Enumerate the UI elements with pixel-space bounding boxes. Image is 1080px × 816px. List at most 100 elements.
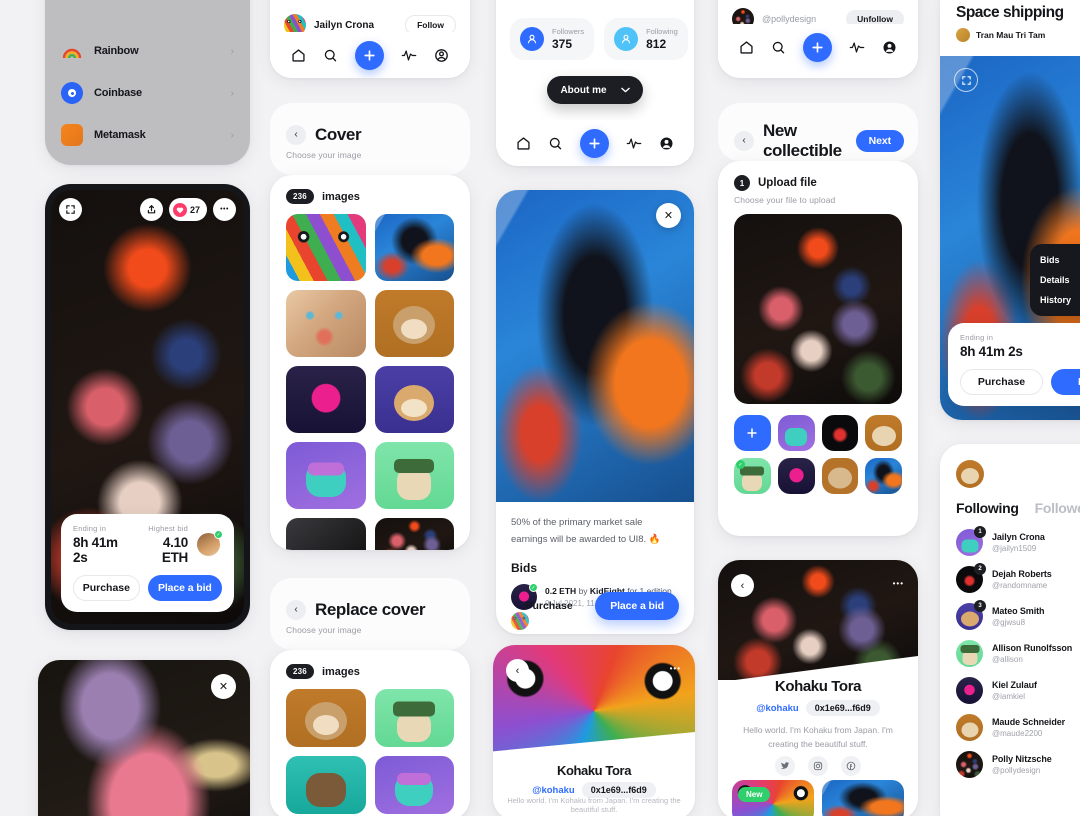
tab-following[interactable]: Following bbox=[956, 500, 1019, 516]
following-list: 1 Jailyn Crona @jailyn1509 2 Dejah Rober… bbox=[940, 516, 1080, 783]
space-shipping-screen: Space shipping Tran Mau Tri Tam Bids ✓ D… bbox=[940, 0, 1080, 420]
kohaku-address[interactable]: 0x1e69...f6d9 bbox=[805, 700, 880, 716]
cover-thumb[interactable] bbox=[286, 518, 366, 550]
cover-thumb[interactable] bbox=[374, 366, 454, 433]
place-bid-button[interactable]: Place a bid bbox=[147, 575, 222, 601]
cover-thumb[interactable] bbox=[374, 214, 454, 281]
back-icon[interactable]: ‹ bbox=[731, 574, 754, 597]
tab-search[interactable] bbox=[323, 48, 338, 63]
facebook-icon[interactable] bbox=[841, 756, 861, 776]
more-icon[interactable]: ••• bbox=[670, 664, 681, 673]
gallery-item[interactable]: New bbox=[732, 780, 814, 816]
dropdown-item-history[interactable]: History bbox=[1030, 290, 1080, 310]
tab-activity[interactable] bbox=[849, 40, 865, 55]
ending-label: Ending in bbox=[73, 524, 107, 533]
purchase-button[interactable]: Purchase bbox=[960, 369, 1043, 395]
tab-activity[interactable] bbox=[401, 48, 417, 63]
wallet-list: Rainbow › Coinbase › Metamask › bbox=[45, 30, 250, 156]
tab-home[interactable] bbox=[516, 136, 531, 151]
list-item[interactable]: 3 Mateo Smith @gjwsu8 bbox=[956, 598, 1080, 635]
cover-thumb[interactable] bbox=[286, 214, 366, 281]
back-icon[interactable]: ‹ bbox=[734, 131, 754, 151]
kohaku-identity: @kohaku 0x1e69...f6d9 bbox=[718, 700, 918, 716]
collectible-thumb[interactable]: ✓ bbox=[734, 458, 771, 494]
scan-icon[interactable] bbox=[954, 68, 978, 92]
collectible-thumb[interactable] bbox=[821, 415, 859, 451]
share-icon[interactable] bbox=[139, 198, 163, 221]
add-tile[interactable] bbox=[734, 415, 771, 451]
tab-activity[interactable] bbox=[626, 136, 642, 151]
back-icon[interactable]: ‹ bbox=[506, 659, 529, 682]
cover-thumb[interactable] bbox=[374, 442, 454, 509]
dropdown-item-details[interactable]: Details bbox=[1030, 270, 1080, 290]
close-icon[interactable]: ✕ bbox=[211, 674, 236, 699]
verified-badge: ✓ bbox=[214, 530, 223, 539]
page-title: Cover bbox=[315, 125, 362, 144]
collectible-thumb[interactable] bbox=[777, 458, 815, 494]
collectible-thumb[interactable] bbox=[821, 458, 859, 494]
cover-thumb[interactable] bbox=[286, 689, 366, 747]
twitter-icon[interactable] bbox=[775, 756, 795, 776]
back-icon[interactable]: ‹ bbox=[286, 125, 306, 145]
list-item[interactable]: 2 Dejah Roberts @randomname bbox=[956, 561, 1080, 598]
about-me-dropdown[interactable]: About me bbox=[547, 76, 643, 104]
place-bid-button[interactable]: Place a bid bbox=[595, 592, 679, 620]
cover-thumb[interactable] bbox=[374, 689, 454, 747]
cover-thumb[interactable] bbox=[374, 756, 454, 814]
wallet-item-rainbow[interactable]: Rainbow › bbox=[45, 30, 250, 72]
list-item[interactable]: Kiel Zulauf @iamkiel bbox=[956, 672, 1080, 709]
dropdown-item-bids[interactable]: Bids ✓ bbox=[1030, 250, 1080, 270]
like-button[interactable]: 27 bbox=[168, 198, 207, 221]
add-icon[interactable] bbox=[579, 128, 609, 158]
bidder-avatar[interactable]: ✓ bbox=[195, 530, 223, 558]
back-icon[interactable]: ‹ bbox=[286, 600, 306, 620]
place-bid-button[interactable]: Place bbox=[1051, 369, 1080, 395]
cover-thumb[interactable] bbox=[286, 442, 366, 509]
add-icon[interactable] bbox=[354, 40, 384, 70]
list-item[interactable]: Allison Runolfsson @allison bbox=[956, 635, 1080, 672]
expand-icon[interactable] bbox=[59, 198, 82, 221]
kohaku-handle[interactable]: @kohaku bbox=[756, 703, 799, 714]
instagram-icon[interactable] bbox=[808, 756, 828, 776]
gallery-item[interactable] bbox=[822, 780, 904, 816]
tab-profile[interactable] bbox=[882, 40, 897, 55]
close-icon[interactable]: ✕ bbox=[656, 203, 681, 228]
avatar[interactable] bbox=[956, 460, 984, 488]
followers-stat[interactable]: Followers 375 bbox=[510, 18, 595, 60]
cover-thumb[interactable] bbox=[374, 518, 454, 550]
collectible-thumb[interactable] bbox=[865, 458, 902, 494]
cover-thumb[interactable] bbox=[286, 366, 366, 433]
tab-profile[interactable] bbox=[434, 48, 449, 63]
more-icon[interactable]: ••• bbox=[213, 198, 236, 221]
purchase-button[interactable]: Purchase bbox=[73, 575, 140, 601]
cover-thumb[interactable] bbox=[286, 290, 366, 357]
add-icon[interactable] bbox=[802, 32, 832, 62]
author-avatar[interactable] bbox=[956, 28, 970, 42]
cover-thumb[interactable] bbox=[374, 290, 454, 357]
page-title: Replace cover bbox=[315, 600, 426, 619]
tab-home[interactable] bbox=[291, 48, 306, 63]
following-stat[interactable]: Following 812 bbox=[604, 18, 688, 60]
avatar bbox=[956, 751, 983, 778]
kohaku-handle-mid[interactable]: @kohaku bbox=[532, 785, 575, 796]
tab-followers[interactable]: Followers bbox=[1035, 500, 1080, 516]
wallet-item-coinbase[interactable]: Coinbase › bbox=[45, 72, 250, 114]
tab-profile[interactable] bbox=[659, 136, 674, 151]
collectible-thumb[interactable] bbox=[777, 415, 815, 451]
hero-toolbar: 27 ••• bbox=[59, 198, 236, 221]
collectible-thumb[interactable] bbox=[865, 415, 902, 451]
tab-home[interactable] bbox=[739, 40, 754, 55]
wallet-item-metamask[interactable]: Metamask › bbox=[45, 114, 250, 156]
image-count-badge: 236 bbox=[286, 664, 314, 679]
list-item[interactable]: Maude Schneider @maude2200 bbox=[956, 709, 1080, 746]
replace-cover-header: ‹ Replace cover Choose your image bbox=[270, 578, 470, 650]
cover-thumb[interactable] bbox=[286, 756, 366, 814]
list-item[interactable]: 1 Jailyn Crona @jailyn1509 bbox=[956, 524, 1080, 561]
next-button[interactable]: Next bbox=[855, 130, 904, 152]
dropdown-item-label: History bbox=[1040, 295, 1072, 305]
tab-search[interactable] bbox=[548, 136, 563, 151]
tab-search[interactable] bbox=[771, 40, 786, 55]
list-item[interactable]: Polly Nitzsche @pollydesign bbox=[956, 746, 1080, 783]
upload-preview[interactable] bbox=[734, 214, 902, 404]
more-icon[interactable]: ••• bbox=[893, 579, 904, 588]
